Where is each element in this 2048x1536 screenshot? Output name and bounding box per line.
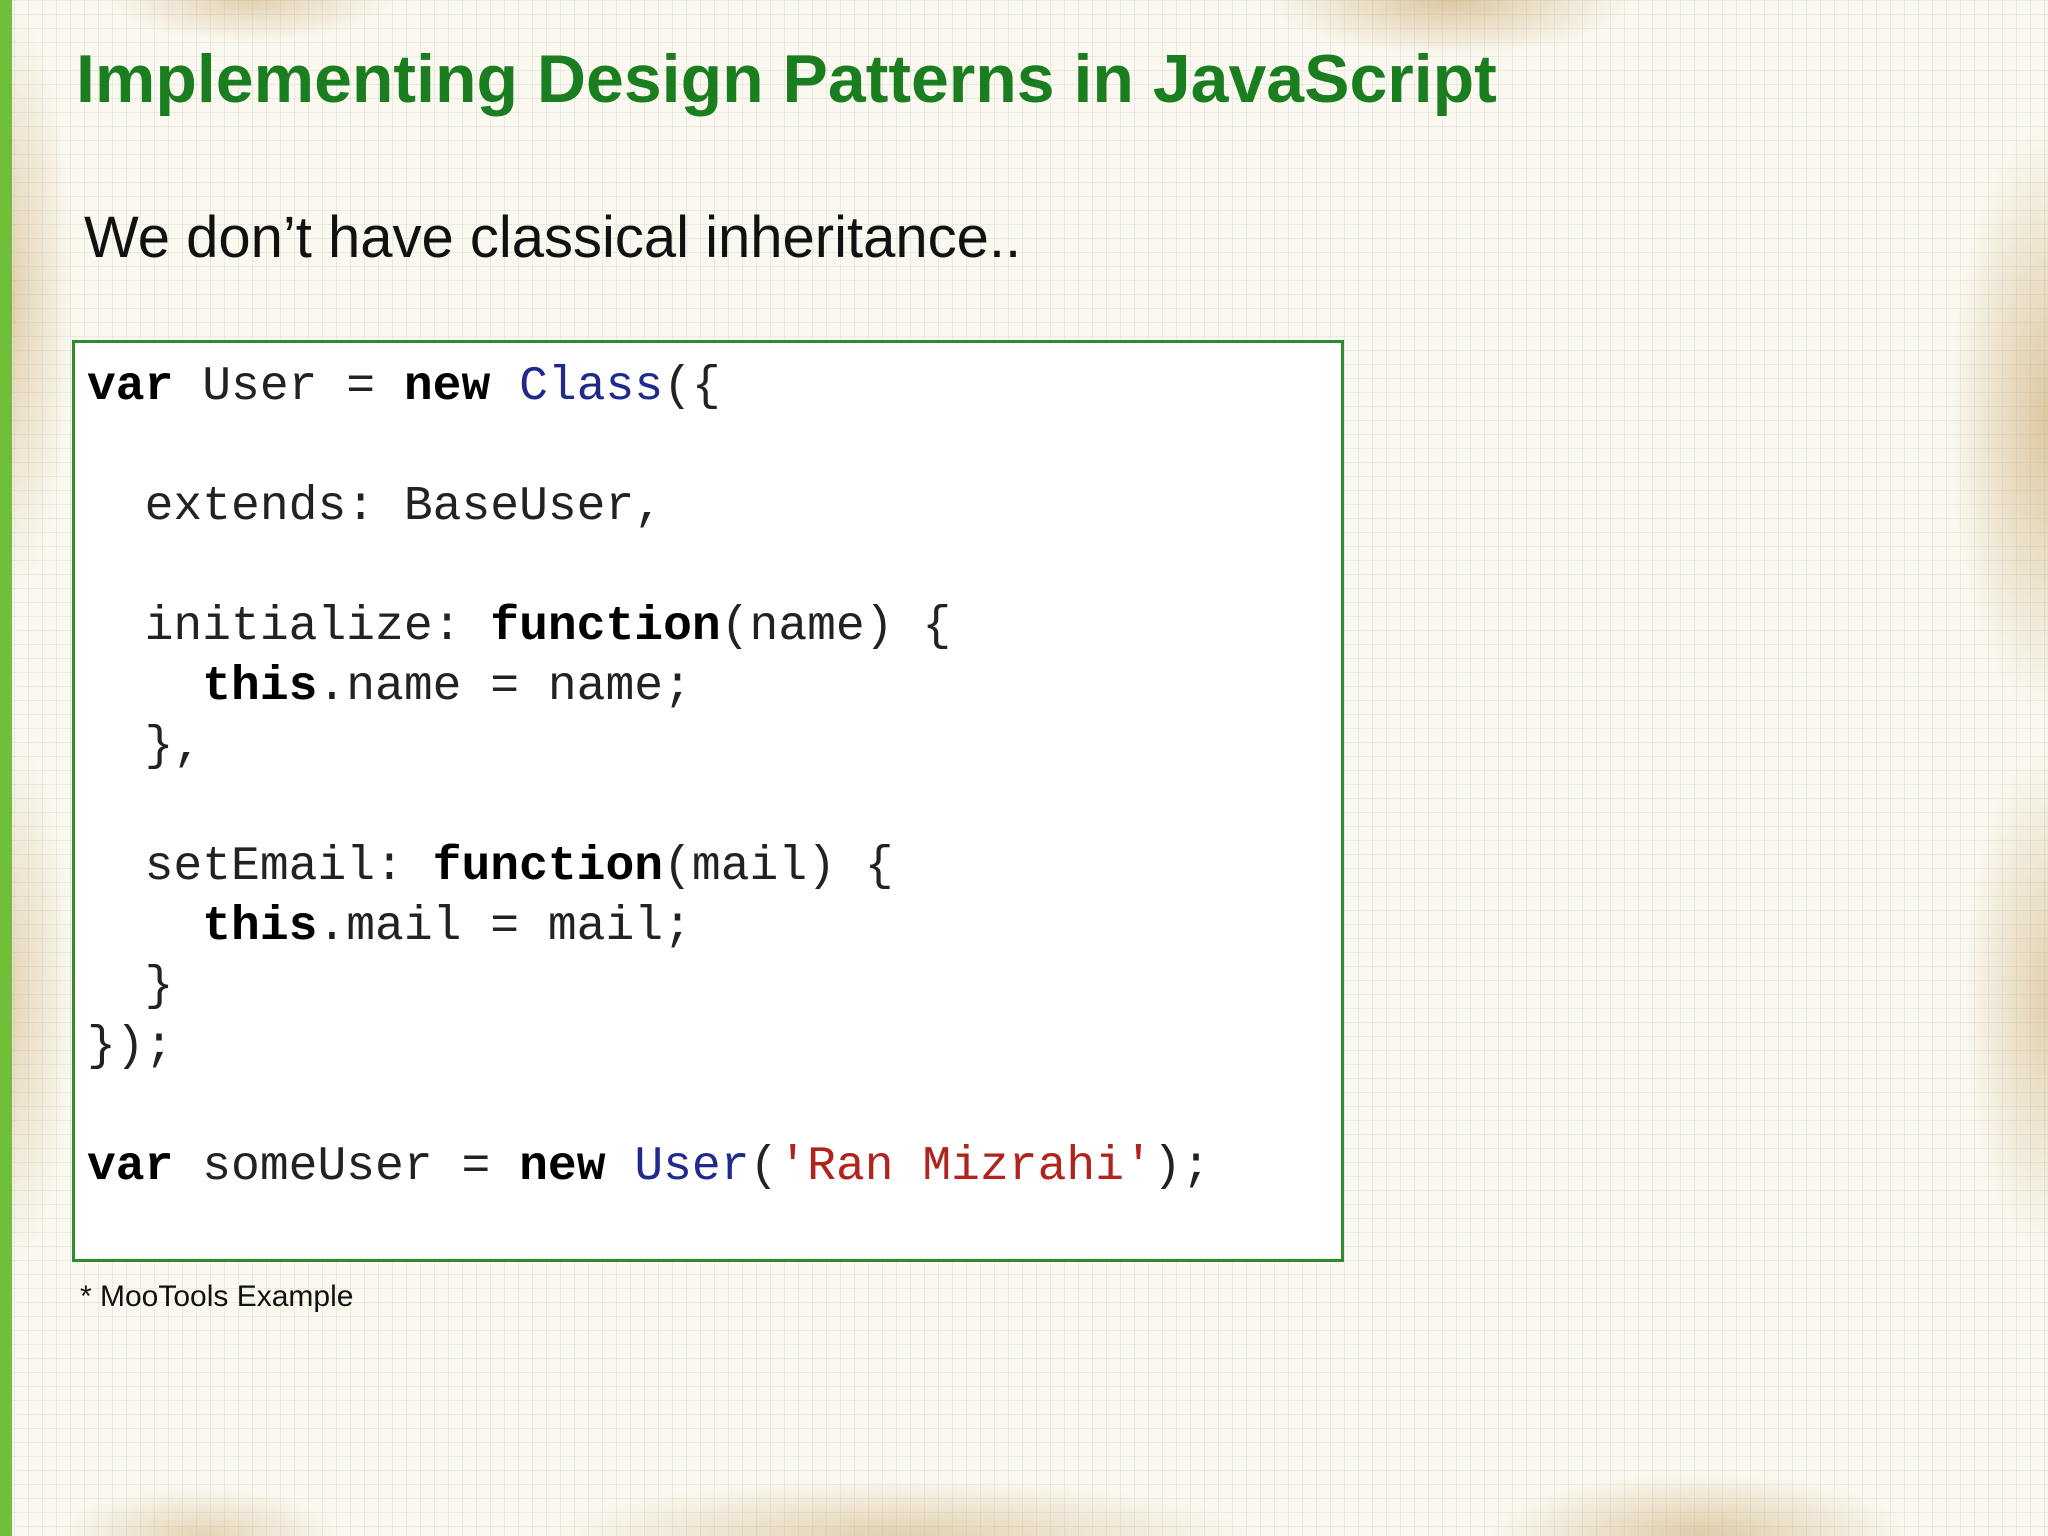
footnote: * MooTools Example [80, 1280, 354, 1313]
slide-title: Implementing Design Patterns in JavaScri… [76, 41, 1497, 117]
code-text: ); [1152, 1140, 1211, 1194]
slide: Implementing Design Patterns in JavaScri… [0, 0, 2048, 1536]
code-line-12: }); [87, 1020, 174, 1074]
keyword-this: this [202, 660, 318, 714]
keyword-function: function [490, 600, 721, 654]
code-line-10: this.mail = mail; [87, 900, 692, 954]
code-line-7: }, [87, 720, 203, 774]
keyword-new: new [519, 1140, 606, 1194]
keyword-function: function [432, 840, 664, 894]
code-text: (name) { [720, 600, 952, 654]
keyword-var: var [87, 1140, 174, 1194]
accent-bar [0, 0, 12, 1536]
code-text: ({ [663, 360, 721, 414]
code-line-6: this.name = name; [87, 660, 692, 714]
code-line-3: extends: BaseUser, [87, 480, 664, 534]
keyword-this: this [202, 900, 318, 954]
code-listing: var User = new Class({ extends: BaseUser… [87, 357, 1210, 1197]
code-block: var User = new Class({ extends: BaseUser… [72, 340, 1344, 1262]
code-text: .name = name; [317, 660, 692, 714]
code-line-9: setEmail: function(mail) { [87, 840, 894, 894]
class-name: Class [519, 360, 664, 414]
code-text: setEmail: [87, 840, 433, 894]
code-text: .mail = mail; [317, 900, 692, 954]
keyword-new: new [403, 360, 491, 414]
code-line-1: var User = new Class({ [87, 360, 721, 414]
code-text: ( [749, 1140, 779, 1194]
slide-subtitle: We don’t have classical inheritance.. [84, 205, 1022, 270]
class-name: User [634, 1140, 750, 1194]
code-text: initialize: [87, 600, 491, 654]
code-line-14: var someUser = new User('Ran Mizrahi'); [87, 1140, 1210, 1194]
keyword-var: var [87, 360, 174, 414]
code-text: (mail) { [663, 840, 894, 894]
string-literal: 'Ran Mizrahi' [778, 1140, 1153, 1194]
code-line-5: initialize: function(name) { [87, 600, 952, 654]
code-text: someUser = [173, 1140, 520, 1194]
code-text: User = [173, 360, 404, 414]
code-line-11: } [87, 960, 174, 1014]
